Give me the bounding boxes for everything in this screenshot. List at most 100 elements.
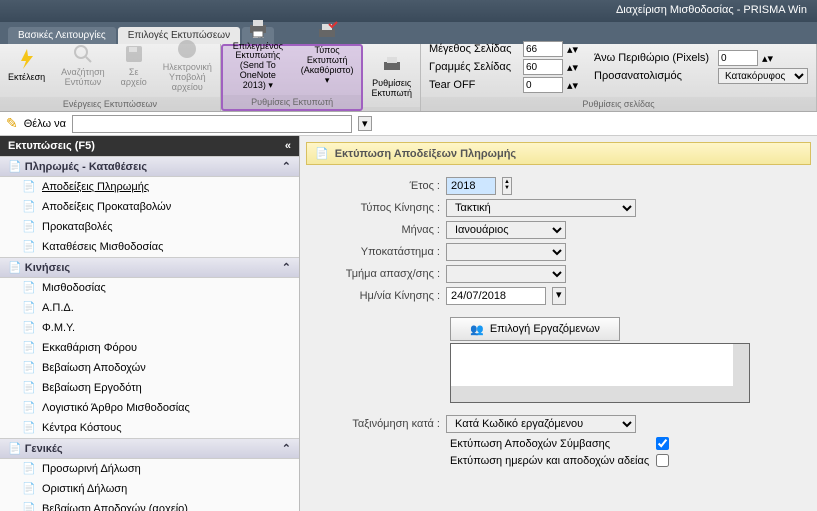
collapse-icon[interactable]: « — [285, 140, 291, 152]
report-icon: 📄 — [22, 361, 36, 375]
tree-item[interactable]: 📄Προσωρινή Δήλωση — [0, 459, 299, 479]
tree-item[interactable]: 📄Βεβαίωση Αποδοχών — [0, 358, 299, 378]
lightning-icon — [15, 47, 39, 71]
report-icon: 📄 — [315, 147, 329, 160]
ribbon-group-actions-label: Ενέργειες Εκτυπώσεων — [0, 97, 220, 111]
month-select[interactable]: Ιανουάριος — [446, 221, 566, 239]
tree-item[interactable]: 📄Αποδείξεις Πληρωμής — [0, 177, 299, 197]
tree-item[interactable]: 📄Εκκαθάριση Φόρου — [0, 338, 299, 358]
dept-label: Τμήμα απασχ/σης : — [320, 268, 440, 280]
globe-icon — [175, 37, 199, 61]
group-payments[interactable]: 📄 Πληρωμές - Καταθέσεις⌃ — [0, 156, 299, 177]
tree-item[interactable]: 📄Κέντρα Κόστους — [0, 418, 299, 438]
branch-select[interactable] — [446, 243, 566, 261]
chevron-up-icon: ⌃ — [282, 160, 291, 173]
chk2-label: Εκτύπωση ημερών και αποδοχών αδείας — [450, 455, 650, 467]
tree-item[interactable]: 📄Καταθέσεις Μισθοδοσίας — [0, 237, 299, 257]
form-header: 📄 Εκτύπωση Αποδείξεων Πληρωμής — [306, 142, 811, 165]
printer-type-button[interactable]: Τύπος Εκτυπωτή (Ακαθόριστο) ▾ — [293, 16, 362, 90]
sort-label: Ταξινόμηση κατά : — [320, 418, 440, 430]
window-titlebar: Διαχείριση Μισθοδοσίας - PRISMA Win — [0, 0, 817, 22]
page-size-input[interactable] — [523, 41, 563, 57]
sidebar-header: Εκτυπώσεις (F5) « — [0, 136, 299, 156]
tree-item[interactable]: 📄Βεβαίωση Εργοδότη — [0, 378, 299, 398]
report-icon: 📄 — [22, 200, 36, 214]
employees-listbox[interactable] — [450, 343, 750, 403]
year-label: Έτος : — [320, 180, 440, 192]
floppy-icon — [122, 42, 146, 66]
top-margin-input[interactable] — [718, 50, 758, 66]
tree-item[interactable]: 📄Λογιστικό Άρθρο Μισθοδοσίας — [0, 398, 299, 418]
spinner-icon[interactable]: ▴▾ — [567, 79, 578, 92]
report-icon: 📄 — [22, 341, 36, 355]
tearoff-label: Tear OFF — [429, 79, 519, 91]
orientation-label: Προσανατολισμός — [594, 70, 714, 82]
window-title: Διαχείριση Μισθοδοσίας - PRISMA Win — [616, 4, 807, 16]
scrollbar-horizontal[interactable] — [451, 386, 749, 402]
report-icon: 📄 — [22, 180, 36, 194]
tree-item[interactable]: 📄Α.Π.Δ. — [0, 298, 299, 318]
spinner-icon[interactable]: ▴▾ — [567, 43, 578, 56]
month-label: Μήνας : — [320, 224, 440, 236]
year-input[interactable] — [446, 177, 496, 195]
report-icon: 📄 — [22, 220, 36, 234]
report-icon: 📄 — [22, 381, 36, 395]
tree-item[interactable]: 📄Μισθοδοσίας — [0, 278, 299, 298]
group-movements[interactable]: 📄 Κινήσεις⌃ — [0, 257, 299, 278]
chevron-up-icon: ⌃ — [282, 261, 291, 274]
top-margin-label: Άνω Περιθώριο (Pixels) — [594, 52, 714, 64]
date-label: Ημ/νία Κίνησης : — [320, 290, 440, 302]
scrollbar-vertical[interactable] — [733, 344, 749, 386]
report-icon: 📄 — [22, 421, 36, 435]
search-bar: ✎ Θέλω να ▾ — [0, 112, 817, 136]
tearoff-input[interactable] — [523, 77, 563, 93]
selected-printer-button[interactable]: Επιλεγμένος Εκτυπωτής (Send To OneNote 2… — [223, 12, 293, 95]
spinner-icon[interactable]: ▴▾ — [567, 61, 578, 74]
report-icon: 📄 — [22, 301, 36, 315]
page-lines-label: Γραμμές Σελίδας — [429, 61, 519, 73]
printer-settings-button[interactable]: Ρυθμίσεις Εκτυπωτή — [363, 49, 420, 103]
printer-gear-icon — [380, 53, 404, 77]
to-file-button: Σε αρχείο — [113, 38, 155, 92]
report-icon: 📄 — [22, 502, 36, 511]
esubmit-button: Ηλεκτρονική Υποβολή αρχείου — [155, 33, 220, 97]
tree-item[interactable]: 📄Προκαταβολές — [0, 217, 299, 237]
ribbon-group-printer-label: Ρυθμίσεις Εκτυπωτή — [223, 95, 362, 109]
orientation-select[interactable]: Κατακόρυφος — [718, 68, 808, 84]
type-label: Τύπος Κίνησης : — [320, 202, 440, 214]
main-pane: 📄 Εκτύπωση Αποδείξεων Πληρωμής Έτος :▲▼ … — [300, 136, 817, 511]
chevron-up-icon: ⌃ — [282, 442, 291, 455]
tree-item[interactable]: 📄Αποδείξεις Προκαταβολών — [0, 197, 299, 217]
tree-item[interactable]: 📄Φ.Μ.Υ. — [0, 318, 299, 338]
print-leave-checkbox[interactable] — [656, 454, 669, 467]
dept-select[interactable] — [446, 265, 566, 283]
search-forms-button: Αναζήτηση Εντύπων — [53, 38, 112, 92]
tree-item[interactable]: 📄Βεβαίωση Αποδοχών (αρχείο) — [0, 499, 299, 511]
run-button[interactable]: Εκτέλεση — [0, 43, 53, 87]
branch-label: Υποκατάστημα : — [320, 246, 440, 258]
type-select[interactable]: Τακτική — [446, 199, 636, 217]
report-icon: 📄 — [22, 482, 36, 496]
magnifier-icon — [71, 42, 95, 66]
printer-icon — [246, 16, 270, 40]
report-icon: 📄 — [22, 281, 36, 295]
spinner-icon[interactable]: ▲▼ — [502, 177, 512, 195]
page-lines-input[interactable] — [523, 59, 563, 75]
search-dropdown-icon[interactable]: ▾ — [358, 116, 372, 131]
sort-select[interactable]: Κατά Κωδικό εργαζόμενου — [446, 415, 636, 433]
report-icon: 📄 — [22, 401, 36, 415]
ribbon-group-page-label: Ρυθμίσεις σελίδας — [421, 97, 816, 111]
report-icon: 📄 — [22, 240, 36, 254]
spinner-icon[interactable]: ▴▾ — [762, 52, 773, 65]
report-icon: 📄 — [22, 321, 36, 335]
pencil-icon: ✎ — [6, 115, 18, 132]
search-label: Θέλω να — [24, 118, 66, 130]
people-icon: 👥 — [470, 323, 484, 336]
group-general[interactable]: 📄 Γενικές⌃ — [0, 438, 299, 459]
search-input[interactable] — [72, 115, 352, 133]
select-employees-button[interactable]: 👥 Επιλογή Εργαζόμενων — [450, 317, 620, 341]
date-dropdown-icon[interactable]: ▾ — [552, 287, 566, 305]
tree-item[interactable]: 📄Οριστική Δήλωση — [0, 479, 299, 499]
print-contract-checkbox[interactable] — [656, 437, 669, 450]
date-input[interactable] — [446, 287, 546, 305]
